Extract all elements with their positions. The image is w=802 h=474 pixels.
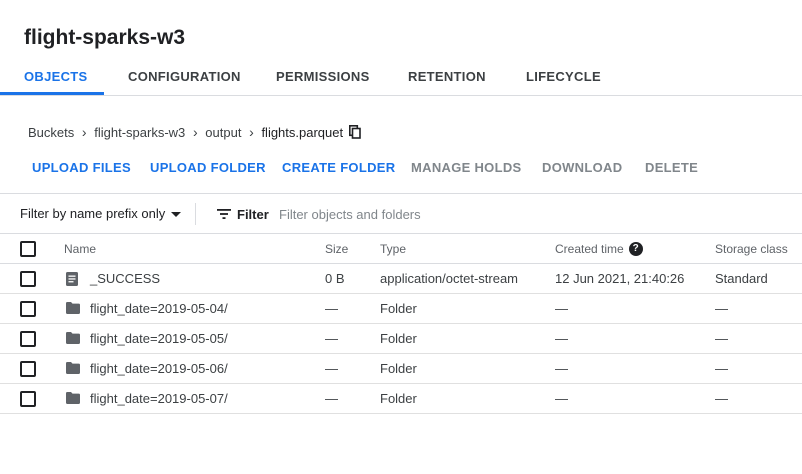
object-size: 0 B (325, 271, 345, 286)
column-type[interactable]: Type (380, 234, 406, 264)
upload-folder-button[interactable]: UPLOAD FOLDER (150, 152, 266, 184)
object-size: — (325, 301, 338, 316)
table-row: flight_date=2019-05-05/ — Folder — — (0, 324, 802, 354)
object-created: — (555, 361, 568, 376)
caret-down-icon (171, 211, 182, 217)
row-checkbox[interactable] (20, 271, 36, 287)
filter-prefix-select[interactable]: Filter by name prefix only (20, 194, 182, 234)
copy-icon[interactable] (349, 125, 361, 139)
tab-objects[interactable]: OBJECTS (24, 58, 88, 96)
filter-label: Filter (237, 206, 269, 222)
filter-prefix-label: Filter by name prefix only (20, 206, 166, 221)
upload-files-button[interactable]: UPLOAD FILES (32, 152, 131, 184)
object-created: — (555, 301, 568, 316)
object-name-link[interactable]: flight_date=2019-05-04/ (90, 294, 228, 324)
filter-icon (217, 209, 231, 219)
breadcrumb-current: flights.parquet (261, 124, 344, 140)
filter-bar: Filter by name prefix only Filter (0, 193, 802, 234)
object-type: Folder (380, 301, 417, 316)
object-storage: Standard (715, 271, 768, 286)
object-type: Folder (380, 361, 417, 376)
column-size[interactable]: Size (325, 234, 348, 264)
divider (195, 203, 196, 225)
tab-retention[interactable]: RETENTION (408, 58, 486, 96)
object-name-link[interactable]: _SUCCESS (90, 264, 160, 294)
folder-icon (66, 332, 80, 347)
delete-button[interactable]: DELETE (645, 152, 698, 184)
row-checkbox[interactable] (20, 301, 36, 317)
object-size: — (325, 361, 338, 376)
row-checkbox[interactable] (20, 391, 36, 407)
chevron-right-icon: › (249, 124, 254, 140)
object-created: — (555, 331, 568, 346)
active-tab-indicator (0, 92, 104, 95)
object-storage: — (715, 361, 728, 376)
chevron-right-icon: › (192, 124, 198, 140)
column-name[interactable]: Name (64, 234, 96, 264)
table-row: flight_date=2019-05-06/ — Folder — — (0, 354, 802, 384)
row-checkbox[interactable] (20, 331, 36, 347)
object-type: Folder (380, 331, 417, 346)
table-row: flight_date=2019-05-07/ — Folder — — (0, 384, 802, 414)
tab-bar: OBJECTS CONFIGURATION PERMISSIONS RETENT… (0, 58, 802, 96)
table-row: flight_date=2019-05-04/ — Folder — — (0, 294, 802, 324)
objects-table: Name Size Type Created time ? Storage cl… (0, 234, 802, 414)
object-storage: — (715, 391, 728, 406)
chevron-right-icon: › (81, 124, 87, 140)
object-type: Folder (380, 391, 417, 406)
object-size: — (325, 391, 338, 406)
object-name-link[interactable]: flight_date=2019-05-06/ (90, 354, 228, 384)
object-size: — (325, 331, 338, 346)
breadcrumb-buckets[interactable]: Buckets (28, 125, 74, 140)
object-name-link[interactable]: flight_date=2019-05-07/ (90, 384, 228, 414)
column-storage[interactable]: Storage class (715, 234, 788, 264)
breadcrumb-bucket[interactable]: flight-sparks-w3 (94, 125, 185, 140)
object-storage: — (715, 331, 728, 346)
select-all-checkbox[interactable] (20, 241, 36, 257)
document-icon (66, 272, 78, 289)
breadcrumb-output[interactable]: output (205, 125, 241, 140)
action-toolbar: UPLOAD FILES UPLOAD FOLDER CREATE FOLDER… (0, 152, 802, 184)
row-checkbox[interactable] (20, 361, 36, 377)
create-folder-button[interactable]: CREATE FOLDER (282, 152, 395, 184)
filter-button[interactable]: Filter (217, 194, 269, 234)
filter-input[interactable] (279, 204, 759, 224)
tab-lifecycle[interactable]: LIFECYCLE (526, 58, 601, 96)
help-icon[interactable]: ? (628, 242, 643, 256)
page-title: flight-sparks-w3 (24, 26, 186, 49)
folder-icon (66, 392, 80, 407)
object-storage: — (715, 301, 728, 316)
tab-configuration[interactable]: CONFIGURATION (128, 58, 241, 96)
manage-holds-button[interactable]: MANAGE HOLDS (411, 152, 522, 184)
object-name-link[interactable]: flight_date=2019-05-05/ (90, 324, 228, 354)
column-created-label: Created time (555, 242, 624, 256)
download-button[interactable]: DOWNLOAD (542, 152, 622, 184)
folder-icon (66, 302, 80, 317)
object-created: — (555, 391, 568, 406)
object-created: 12 Jun 2021, 21:40:26 (555, 271, 685, 286)
folder-icon (66, 362, 80, 377)
column-created[interactable]: Created time ? (555, 234, 643, 264)
table-header: Name Size Type Created time ? Storage cl… (0, 234, 802, 264)
object-type: application/octet-stream (380, 271, 519, 286)
breadcrumb: Buckets › flight-sparks-w3 › output › fl… (28, 122, 361, 142)
table-row: _SUCCESS 0 B application/octet-stream 12… (0, 264, 802, 294)
tab-permissions[interactable]: PERMISSIONS (276, 58, 370, 96)
